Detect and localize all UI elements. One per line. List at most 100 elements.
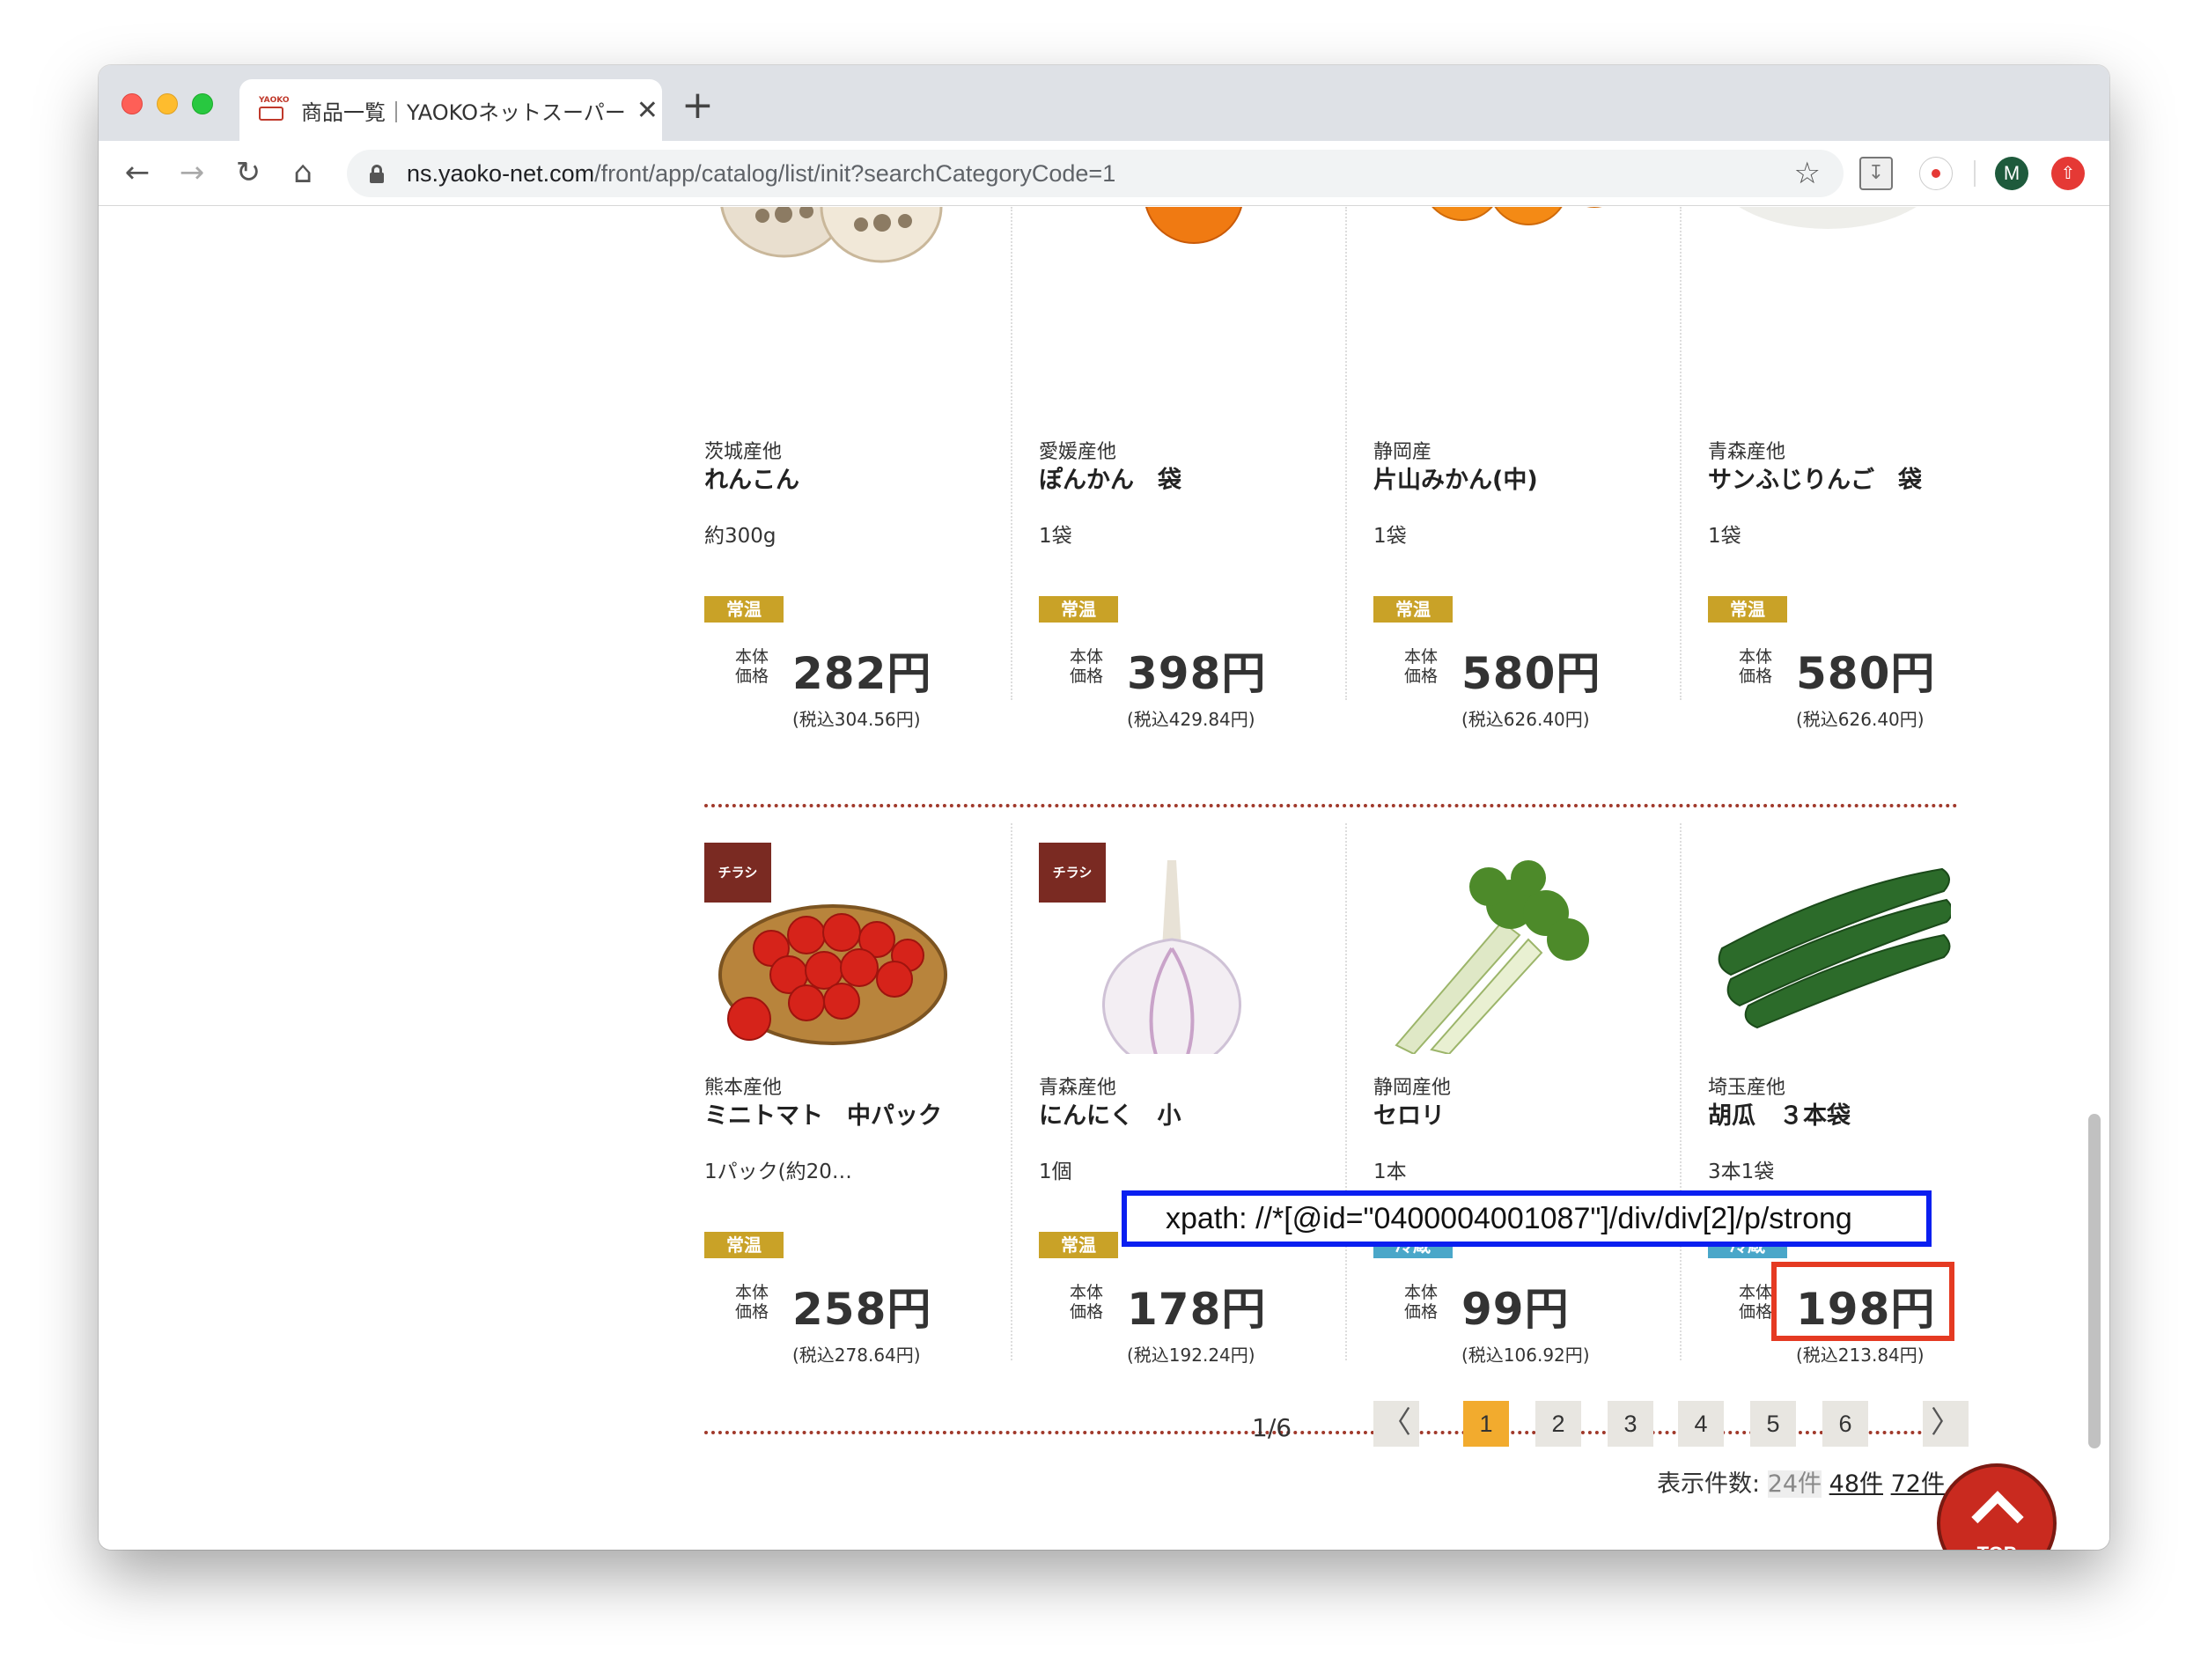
- page-button-2[interactable]: 2: [1535, 1401, 1581, 1447]
- product-quantity: 1本: [1373, 1161, 1407, 1183]
- product-name[interactable]: 片山みかん(中): [1373, 461, 1538, 495]
- product-quantity: 3本1袋: [1708, 1161, 1775, 1183]
- tax-included-price: (税込106.92円): [1461, 1345, 1590, 1366]
- browser-toolbar: ← → ↻ ⌂ ns.yaoko-net.com/front/app/catal…: [99, 141, 2109, 206]
- cucumber-image[interactable]: [1713, 851, 1954, 1054]
- mikan-image[interactable]: [1379, 207, 1616, 295]
- temperature-badge: 常温: [1373, 596, 1453, 623]
- target-highlight-box: [1771, 1262, 1954, 1341]
- reload-icon[interactable]: ↻: [229, 153, 268, 192]
- product-price: 282円: [792, 648, 932, 699]
- tab-close-icon[interactable]: ✕: [637, 95, 659, 126]
- record-extension-icon[interactable]: [1919, 157, 1953, 190]
- maximize-window-button[interactable]: [192, 93, 213, 114]
- product-quantity: 約300g: [704, 525, 776, 548]
- tax-included-price: (税込429.84円): [1127, 709, 1255, 730]
- product-quantity: 1個: [1039, 1161, 1072, 1183]
- toolbar-separator: [1974, 160, 1976, 187]
- address-bar[interactable]: ns.yaoko-net.com/front/app/catalog/list/…: [347, 150, 1844, 197]
- product-price: 398円: [1127, 648, 1267, 699]
- product-name[interactable]: ぽんかん 袋: [1039, 461, 1181, 495]
- tax-included-price: (税込626.40円): [1461, 709, 1590, 730]
- prev-page-button[interactable]: 〈: [1373, 1401, 1419, 1447]
- tax-included-price: (税込213.84円): [1796, 1345, 1925, 1366]
- price-label: 本体価格: [734, 647, 769, 686]
- product-name[interactable]: 胡瓜 ３本袋: [1708, 1096, 1851, 1131]
- scroll-to-top-button[interactable]: TOP: [1937, 1463, 2057, 1550]
- display-count-label: 表示件数:: [1657, 1470, 1761, 1498]
- url-text[interactable]: ns.yaoko-net.com/front/app/catalog/list/…: [407, 160, 1794, 188]
- display-option-48[interactable]: 48件: [1829, 1470, 1883, 1498]
- celery-image[interactable]: [1379, 851, 1616, 1056]
- forward-icon[interactable]: →: [173, 153, 211, 192]
- tab-strip: YAOKO 商品一覧｜YAOKOネットスーパー ✕ +: [99, 65, 2109, 141]
- new-tab-button[interactable]: +: [681, 86, 714, 125]
- lotus-root-image[interactable]: [710, 207, 947, 295]
- column-divider: [1345, 823, 1347, 1360]
- product-price: 580円: [1796, 648, 1936, 699]
- display-count: 表示件数: 24件 48件 72件: [1657, 1464, 1945, 1499]
- page-button-6[interactable]: 6: [1822, 1401, 1868, 1447]
- product-card[interactable]: チラシ 青森産他 にんにく 小 1個 常温 本体価格 178円 (税込192.24円): [1039, 843, 1373, 1371]
- price-label: 本体価格: [1069, 647, 1103, 686]
- price-label: 本体価格: [1738, 647, 1772, 686]
- tax-included-price: (税込626.40円): [1796, 709, 1925, 730]
- ponkan-image[interactable]: [1044, 207, 1282, 295]
- product-name[interactable]: ミニトマト 中パック: [704, 1096, 942, 1131]
- browser-window: YAOKO 商品一覧｜YAOKOネットスーパー ✕ + ← → ↻ ⌂ ns.y…: [99, 65, 2109, 1550]
- page-button-5[interactable]: 5: [1750, 1401, 1796, 1447]
- product-card[interactable]: 静岡産 片山みかん(中) 1袋 常温 本体価格 580円 (税込626.40円): [1373, 207, 1708, 735]
- page-button-1[interactable]: 1: [1463, 1401, 1509, 1447]
- page-button-4[interactable]: 4: [1678, 1401, 1724, 1447]
- product-name[interactable]: セロリ: [1373, 1096, 1445, 1131]
- display-option-72[interactable]: 72件: [1891, 1470, 1945, 1498]
- product-price: 99円: [1461, 1284, 1570, 1335]
- next-page-button[interactable]: 〉: [1923, 1401, 1969, 1447]
- yaoko-favicon-icon: YAOKO: [259, 96, 290, 124]
- page-scrollbar[interactable]: [2088, 1114, 2101, 1448]
- product-card[interactable]: 愛媛産他 ぽんかん 袋 1袋 常温 本体価格 398円 (税込429.84円): [1039, 207, 1373, 735]
- column-divider: [1680, 207, 1682, 700]
- chirashi-badge: チラシ: [1039, 843, 1106, 903]
- download-extension-icon[interactable]: ↧: [1859, 157, 1893, 190]
- url-host: ns.yaoko-net.com: [407, 159, 595, 187]
- bookmark-star-icon[interactable]: ☆: [1794, 156, 1821, 191]
- product-card[interactable]: 茨城産他 れんこん 約300g 常温 本体価格 282円 (税込304.56円): [704, 207, 1039, 735]
- back-icon[interactable]: ←: [118, 153, 157, 192]
- display-option-24[interactable]: 24件: [1767, 1470, 1822, 1498]
- price-label: 本体価格: [734, 1283, 769, 1322]
- browser-tab[interactable]: YAOKO 商品一覧｜YAOKOネットスーパー ✕: [239, 79, 662, 141]
- update-icon[interactable]: ⇧: [2051, 157, 2085, 190]
- page-button-3[interactable]: 3: [1608, 1401, 1653, 1447]
- page-viewport: 茨城産他 れんこん 約300g 常温 本体価格 282円 (税込304.56円) 愛媛産他 ぽん…: [99, 207, 2109, 1550]
- product-quantity: 1袋: [1708, 525, 1741, 548]
- row-divider: [704, 804, 1958, 807]
- close-window-button[interactable]: [121, 93, 143, 114]
- product-price: 580円: [1461, 648, 1601, 699]
- top-label: TOP: [1940, 1543, 2053, 1550]
- home-icon[interactable]: ⌂: [283, 153, 322, 192]
- profile-avatar[interactable]: M: [1995, 157, 2028, 190]
- favicon-text: YAOKO: [259, 96, 290, 105]
- url-path: /front/app/catalog/list/init?searchCateg…: [594, 159, 1116, 187]
- product-card[interactable]: 青森産他 サンふじりんご 袋 1袋 常温 本体価格 580円 (税込626.40円): [1708, 207, 2042, 735]
- temperature-badge: 常温: [1039, 596, 1118, 623]
- page-count: 1/6: [1252, 1413, 1292, 1442]
- tab-title: 商品一覧｜YAOKOネットスーパー: [301, 99, 626, 125]
- product-name[interactable]: サンふじりんご 袋: [1708, 461, 1922, 495]
- chevron-up-icon: [1971, 1491, 2024, 1544]
- product-card[interactable]: チラシ 熊本産他 ミニトマト 中パック 1パック(約20… 常温 本体価格 258円 (税込2…: [704, 843, 1039, 1371]
- tax-included-price: (税込304.56円): [792, 709, 921, 730]
- tax-included-price: (税込192.24円): [1127, 1345, 1255, 1366]
- tax-included-price: (税込278.64円): [792, 1345, 921, 1366]
- minimize-window-button[interactable]: [157, 93, 178, 114]
- column-divider: [1011, 207, 1012, 700]
- price-label: 本体価格: [1403, 647, 1438, 686]
- column-divider: [1011, 823, 1012, 1360]
- product-name[interactable]: れんこん: [704, 461, 799, 495]
- product-price: 178円: [1127, 1284, 1267, 1335]
- product-quantity: 1パック(約20…: [704, 1161, 852, 1183]
- product-card[interactable]: 静岡産他セロリ1本冷蔵本体価格99円(税込106.92円): [1373, 843, 1708, 1371]
- apple-image[interactable]: [1713, 207, 1951, 295]
- product-name[interactable]: にんにく 小: [1039, 1096, 1181, 1131]
